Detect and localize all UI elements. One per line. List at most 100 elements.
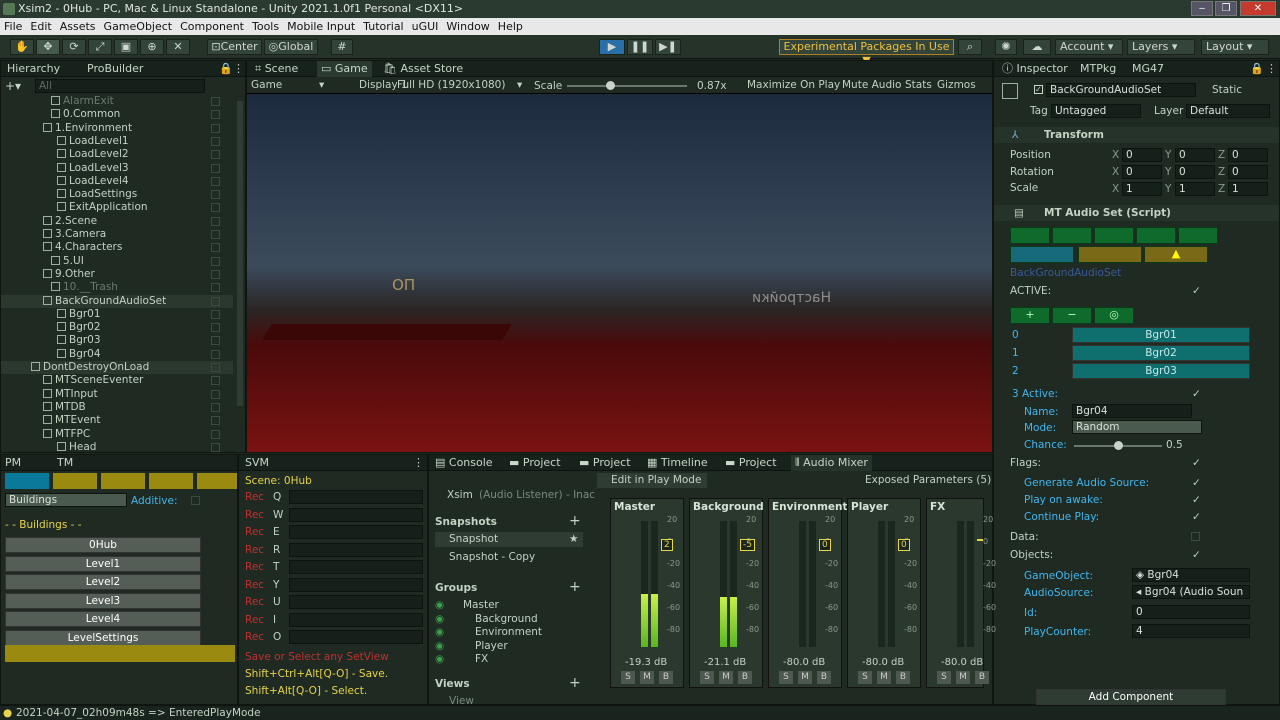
target-icon[interactable] xyxy=(53,473,97,489)
group-item[interactable]: Master xyxy=(463,599,499,611)
snapshot-item[interactable]: Snapshot ★ xyxy=(435,532,583,547)
channel-m-button[interactable]: M xyxy=(640,671,654,684)
gameobject-field[interactable]: ◈ Bgr04 xyxy=(1132,568,1250,582)
visibility-toggle[interactable] xyxy=(211,376,220,386)
grid-snap-icon[interactable]: # xyxy=(331,39,353,55)
rec-button[interactable]: Rec xyxy=(245,579,264,591)
play-button[interactable]: ▶ xyxy=(599,39,625,55)
new-file-icon[interactable] xyxy=(1010,227,1050,244)
menu-window[interactable]: Window xyxy=(442,20,493,33)
level-button[interactable]: Level4 xyxy=(5,611,201,627)
visibility-toggle[interactable] xyxy=(211,336,220,346)
id-field[interactable]: 0 xyxy=(1132,605,1250,619)
tab-timeline[interactable]: ▦ Timeline xyxy=(647,455,708,471)
rec-button[interactable]: Rec xyxy=(245,526,264,538)
hierarchy-row[interactable]: LoadLevel3 xyxy=(1,162,233,175)
level-button[interactable]: Level3 xyxy=(5,592,201,609)
add-object-button[interactable]: +▾ xyxy=(5,79,21,93)
brush-icon[interactable] xyxy=(149,473,193,489)
wand-icon[interactable] xyxy=(1010,246,1074,263)
audio-item-button[interactable]: Bgr02 xyxy=(1072,345,1250,361)
name-field[interactable]: Bgr04 xyxy=(1072,404,1192,418)
visibility-toggle[interactable] xyxy=(211,216,220,226)
hierarchy-row[interactable]: DontDestroyOnLoad xyxy=(1,361,233,374)
data-checkbox[interactable] xyxy=(1191,532,1200,541)
play-awake-check-icon[interactable]: ✓ xyxy=(1192,494,1201,506)
hierarchy-row[interactable]: 5.UI xyxy=(1,255,233,268)
hierarchy-scrollbar[interactable] xyxy=(237,101,243,406)
channel-s-button[interactable]: S xyxy=(779,671,793,684)
move-tool-icon[interactable]: ✥ xyxy=(36,39,60,55)
hierarchy-search-input[interactable]: All xyxy=(35,79,205,93)
audio-item-button[interactable]: Bgr03 xyxy=(1072,363,1250,379)
trash-icon[interactable] xyxy=(101,473,145,489)
transform-tool-icon[interactable]: ⊕ xyxy=(140,39,164,55)
hierarchy-row[interactable]: Head xyxy=(1,441,233,454)
visibility-toggle[interactable] xyxy=(211,309,220,319)
visibility-toggle[interactable] xyxy=(211,150,220,160)
hierarchy-row[interactable]: ExitApplication xyxy=(1,201,233,214)
menu-edit[interactable]: Edit xyxy=(26,20,55,33)
cloud-icon[interactable]: ☁ xyxy=(1023,39,1051,55)
layer-dropdown[interactable]: Default xyxy=(1186,104,1270,118)
open-folder-icon[interactable] xyxy=(1052,227,1092,244)
visibility-toggle[interactable] xyxy=(211,442,220,452)
buildings-dropdown[interactable]: Buildings xyxy=(5,493,127,507)
level-button[interactable]: Level1 xyxy=(5,555,201,572)
hierarchy-row[interactable]: LoadLevel1 xyxy=(1,135,233,148)
channel-m-button[interactable]: M xyxy=(719,671,733,684)
channel-b-button[interactable]: B xyxy=(817,671,831,684)
svm-slot-field[interactable] xyxy=(289,490,423,504)
pivot-global-button[interactable]: ◎Global xyxy=(264,39,318,55)
hierarchy-row[interactable]: 0.Common xyxy=(1,108,233,121)
hierarchy-row[interactable]: MTSceneEventer xyxy=(1,374,233,387)
transform-pos-x-field[interactable]: 0 xyxy=(1122,148,1162,162)
channel-b-button[interactable]: B xyxy=(896,671,910,684)
transform-pos-y-field[interactable]: 0 xyxy=(1175,148,1215,162)
add-icon[interactable]: + xyxy=(1010,307,1050,324)
tag-dropdown[interactable]: Untagged xyxy=(1051,104,1141,118)
static-toggle[interactable]: Static xyxy=(1212,84,1242,96)
mode-dropdown[interactable]: Random xyxy=(1072,420,1202,434)
hierarchy-row[interactable]: MTEvent xyxy=(1,414,233,427)
hierarchy-row[interactable]: 10.__Trash xyxy=(1,281,233,294)
gen-src-check-icon[interactable]: ✓ xyxy=(1192,477,1201,489)
visibility-toggle[interactable] xyxy=(211,163,220,173)
add-view-icon[interactable]: + xyxy=(569,675,581,691)
visibility-toggle[interactable] xyxy=(211,402,220,412)
warning-icon[interactable]: ▲ xyxy=(1144,246,1208,263)
rec-button[interactable]: Rec xyxy=(245,596,264,608)
fader-handle[interactable] xyxy=(977,539,983,541)
transform-header[interactable]: ⅄ Transform xyxy=(994,127,1279,143)
scale-slider-knob[interactable] xyxy=(606,81,616,90)
svm-slot-field[interactable] xyxy=(289,525,423,539)
pause-button[interactable]: ❚❚ xyxy=(627,39,653,55)
hierarchy-row[interactable]: LoadLevel4 xyxy=(1,175,233,188)
channel-m-button[interactable]: M xyxy=(798,671,812,684)
channel-m-button[interactable]: M xyxy=(956,671,970,684)
rec-button[interactable]: Rec xyxy=(245,631,264,643)
eye-icon[interactable]: ◉ xyxy=(435,640,444,652)
tab-asset-store[interactable]: 🛍 Asset Store xyxy=(383,61,463,77)
svm-slot-field[interactable] xyxy=(289,612,423,627)
visibility-toggle[interactable] xyxy=(211,416,220,426)
visibility-toggle[interactable] xyxy=(211,203,220,213)
lock-icon[interactable]: 🔒 xyxy=(219,61,233,77)
level-button[interactable]: Level2 xyxy=(5,574,201,590)
maximize-button[interactable]: ❐ xyxy=(1215,1,1237,16)
tab-game[interactable]: ▭ Game xyxy=(317,61,372,77)
hierarchy-row[interactable]: MTDB xyxy=(1,401,233,414)
channel-b-button[interactable]: B xyxy=(659,671,673,684)
scale-tool-icon[interactable]: ⤢ xyxy=(88,39,112,55)
hierarchy-row[interactable]: 9.Other xyxy=(1,268,233,281)
gear-icon[interactable] xyxy=(197,473,237,489)
hierarchy-row[interactable]: Bgr01 xyxy=(1,308,233,321)
add-snapshot-icon[interactable]: + xyxy=(569,513,581,529)
transform-pos-z-field[interactable]: 0 xyxy=(1228,148,1268,162)
tab-tm[interactable]: TM xyxy=(57,455,73,471)
channel-s-button[interactable]: S xyxy=(937,671,951,684)
transform-rot-y-field[interactable]: 0 xyxy=(1175,165,1215,179)
build-icon[interactable] xyxy=(5,473,49,489)
active-toggle[interactable]: ✓ xyxy=(1034,85,1043,94)
game-mode-dropdown[interactable]: Game xyxy=(251,79,282,91)
